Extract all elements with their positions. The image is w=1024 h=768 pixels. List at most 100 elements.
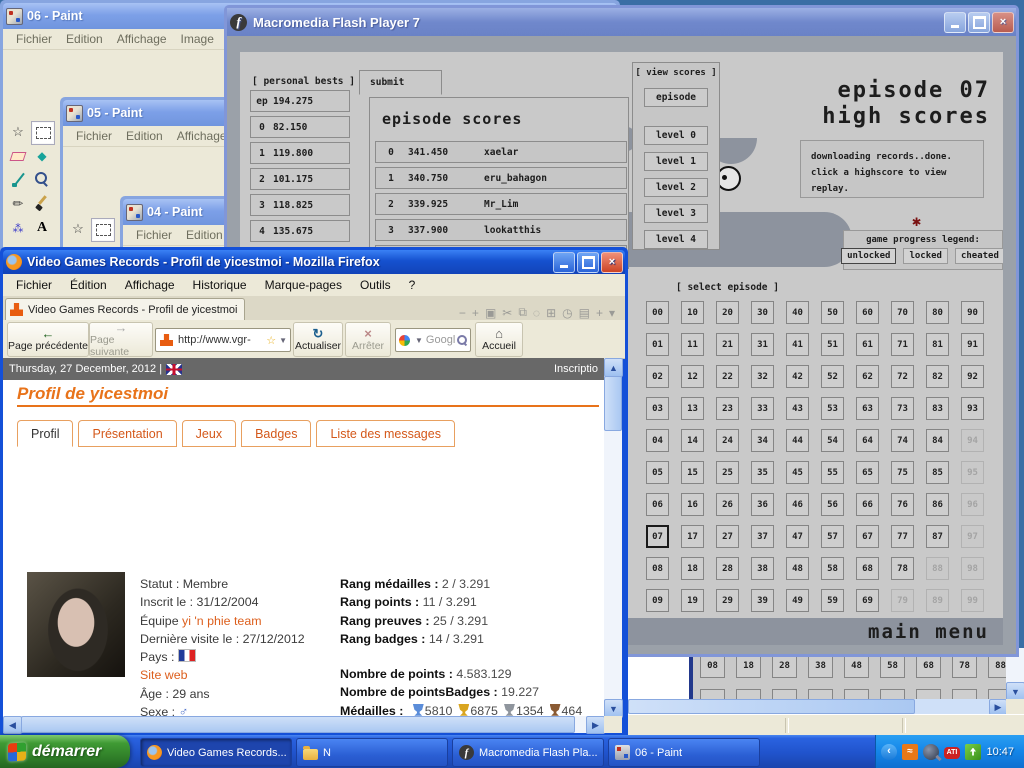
episode-cell[interactable]: 63 bbox=[856, 397, 879, 420]
episode-cell[interactable]: 67 bbox=[856, 525, 879, 548]
close-button[interactable]: × bbox=[992, 12, 1014, 33]
uk-flag-icon[interactable] bbox=[166, 364, 182, 375]
eraser-icon[interactable] bbox=[7, 145, 29, 167]
episode-cell[interactable]: 39 bbox=[751, 589, 774, 612]
bookmark-star-icon[interactable]: ☆ bbox=[266, 334, 276, 347]
menu-item[interactable]: ? bbox=[400, 276, 425, 294]
profile-tab[interactable]: Profil bbox=[17, 420, 73, 447]
cut-icon[interactable]: ✂ bbox=[502, 306, 512, 320]
episode-cell[interactable]: 64 bbox=[856, 429, 879, 452]
episode-cell[interactable]: 04 bbox=[646, 429, 669, 452]
episode-cell[interactable]: 13 bbox=[681, 397, 704, 420]
view-scores-button[interactable]: level 1 bbox=[644, 152, 708, 171]
episode-cell[interactable]: 06 bbox=[646, 493, 669, 516]
episode-cell[interactable]: 65 bbox=[856, 461, 879, 484]
episode-cell[interactable]: 89 bbox=[926, 589, 949, 612]
episode-cell[interactable]: 41 bbox=[786, 333, 809, 356]
title-bar[interactable]: f Macromedia Flash Player 7 × bbox=[227, 8, 1016, 36]
episode-cell[interactable]: 53 bbox=[821, 397, 844, 420]
episode-cell[interactable]: 15 bbox=[681, 461, 704, 484]
episode-cell[interactable]: 36 bbox=[751, 493, 774, 516]
episode-cell[interactable]: 98 bbox=[961, 557, 984, 580]
episode-cell[interactable]: 57 bbox=[821, 525, 844, 548]
scrollbar-thumb[interactable] bbox=[628, 699, 915, 714]
paste-icon[interactable]: ▣ bbox=[485, 306, 496, 320]
brush-icon[interactable] bbox=[31, 193, 53, 215]
episode-cell[interactable]: 07 bbox=[646, 525, 669, 548]
episode-cell[interactable]: 69 bbox=[856, 589, 879, 612]
menu-item[interactable]: Fichier bbox=[9, 30, 59, 48]
episode-cell[interactable]: 21 bbox=[716, 333, 739, 356]
taskbar-button[interactable]: 06 - Paint bbox=[608, 738, 760, 767]
print-icon[interactable]: ▤ bbox=[579, 306, 590, 320]
episode-cell[interactable]: 27 bbox=[716, 525, 739, 548]
episode-cell[interactable]: 72 bbox=[891, 365, 914, 388]
scrollbar-thumb[interactable] bbox=[604, 376, 622, 431]
profile-tab[interactable]: Liste des messages bbox=[316, 420, 454, 447]
free-select-icon[interactable]: ☆ bbox=[7, 121, 29, 143]
episode-cell[interactable]: 34 bbox=[751, 429, 774, 452]
episode-cell[interactable]: 70 bbox=[891, 301, 914, 324]
view-scores-button[interactable]: level 0 bbox=[644, 126, 708, 145]
taskbar-button[interactable]: Video Games Records... bbox=[140, 738, 292, 767]
copy-icon[interactable]: ⧉ bbox=[518, 305, 527, 320]
highscore-row[interactable]: 3337.900lookatthis bbox=[375, 219, 627, 241]
dropdown-icon[interactable]: ▾ bbox=[609, 306, 615, 320]
episode-cell[interactable]: 82 bbox=[926, 365, 949, 388]
episode-cell[interactable]: 12 bbox=[681, 365, 704, 388]
episode-cell[interactable]: 61 bbox=[856, 333, 879, 356]
vertical-scrollbar[interactable]: ▲ ▼ bbox=[604, 358, 622, 716]
back-button[interactable]: ← Page précédente bbox=[7, 322, 89, 357]
inscription-link[interactable]: Inscriptio bbox=[554, 363, 598, 375]
menu-item[interactable]: Edition bbox=[119, 127, 170, 145]
menu-item[interactable]: Image bbox=[174, 30, 221, 48]
text-tool-icon[interactable]: A bbox=[31, 217, 53, 239]
scroll-up-icon[interactable]: ▲ bbox=[604, 358, 623, 377]
menu-item[interactable]: Edition bbox=[59, 30, 110, 48]
java-icon[interactable] bbox=[902, 744, 918, 760]
episode-cell[interactable]: 96 bbox=[961, 493, 984, 516]
episode-cell[interactable]: 17 bbox=[681, 525, 704, 548]
episode-cell[interactable]: 29 bbox=[716, 589, 739, 612]
episode-cell[interactable]: 95 bbox=[961, 461, 984, 484]
episode-cell[interactable]: 74 bbox=[891, 429, 914, 452]
episode-cell[interactable]: 97 bbox=[961, 525, 984, 548]
home-button[interactable]: ⌂ Accueil bbox=[475, 322, 523, 357]
episode-cell[interactable]: 68 bbox=[856, 557, 879, 580]
episode-cell[interactable]: 31 bbox=[751, 333, 774, 356]
close-button[interactable]: × bbox=[601, 252, 623, 273]
maximize-button[interactable] bbox=[968, 12, 990, 33]
view-scores-button[interactable]: level 3 bbox=[644, 204, 708, 223]
forward-button[interactable]: → Page suivante bbox=[89, 322, 153, 357]
url-text[interactable]: http://www.vgr- bbox=[178, 334, 251, 346]
episode-cell[interactable]: 55 bbox=[821, 461, 844, 484]
scrollbar-thumb[interactable] bbox=[21, 716, 575, 733]
episode-cell[interactable]: 08 bbox=[646, 557, 669, 580]
maximize-button[interactable] bbox=[577, 252, 599, 273]
episode-cell[interactable]: 43 bbox=[786, 397, 809, 420]
episode-cell[interactable]: 99 bbox=[961, 589, 984, 612]
clock[interactable]: 10:47 bbox=[986, 746, 1014, 758]
minus-icon[interactable]: − bbox=[459, 306, 466, 320]
removable-device-icon[interactable] bbox=[965, 744, 981, 760]
episode-cell[interactable]: 25 bbox=[716, 461, 739, 484]
minimize-button[interactable] bbox=[944, 12, 966, 33]
episode-cell[interactable]: 30 bbox=[751, 301, 774, 324]
menu-item[interactable]: Outils bbox=[351, 276, 400, 294]
menu-item[interactable]: Marque-pages bbox=[256, 276, 351, 294]
episode-cell[interactable]: 45 bbox=[786, 461, 809, 484]
episode-cell[interactable]: 28 bbox=[716, 557, 739, 580]
episode-cell[interactable]: 48 bbox=[786, 557, 809, 580]
episode-cell[interactable]: 78 bbox=[891, 557, 914, 580]
episode-cell[interactable]: 32 bbox=[751, 365, 774, 388]
search-engine-dropdown-icon[interactable]: ▼ bbox=[412, 336, 426, 345]
search-globe-icon[interactable] bbox=[923, 744, 939, 760]
episode-cell[interactable]: 50 bbox=[821, 301, 844, 324]
episode-cell[interactable]: 22 bbox=[716, 365, 739, 388]
view-scores-button[interactable]: level 2 bbox=[644, 178, 708, 197]
highscore-row[interactable]: 0341.450xaelar bbox=[375, 141, 627, 163]
episode-cell[interactable]: 11 bbox=[681, 333, 704, 356]
episode-cell[interactable]: 76 bbox=[891, 493, 914, 516]
episode-cell[interactable]: 59 bbox=[821, 589, 844, 612]
highscore-row[interactable]: 2339.925Mr_Lim bbox=[375, 193, 627, 215]
